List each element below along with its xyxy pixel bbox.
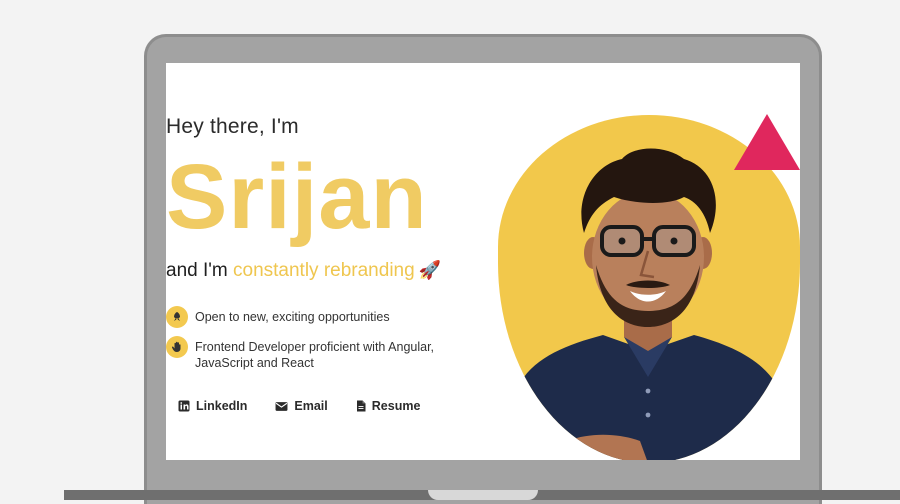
resume-link[interactable]: Resume	[356, 399, 421, 413]
rocket-icon	[166, 306, 188, 328]
laptop-notch	[428, 490, 538, 500]
linkedin-link[interactable]: LinkedIn	[178, 399, 247, 413]
rocket-emoji: 🚀	[418, 260, 442, 280]
email-icon	[275, 401, 288, 411]
feature-text: Frontend Developer proficient with Angul…	[195, 340, 435, 370]
linkedin-icon	[178, 400, 190, 412]
laptop-screen: Hey there, I'm Srijan and I'm constantly…	[166, 63, 800, 460]
document-icon	[356, 400, 366, 412]
hero-name: Srijan	[166, 146, 428, 248]
email-label: Email	[294, 399, 328, 413]
feature-text: Open to new, exciting opportunities	[195, 310, 390, 324]
social-links: LinkedIn Email Resume	[178, 399, 420, 413]
linkedin-label: LinkedIn	[196, 399, 248, 413]
hand-icon	[166, 336, 188, 358]
greeting-text: Hey there, I'm	[166, 115, 299, 138]
feature-item-opportunities: Open to new, exciting opportunities	[166, 306, 390, 328]
tagline: and I'm constantly rebranding 🚀	[166, 260, 441, 282]
email-link[interactable]: Email	[275, 399, 328, 413]
decorative-triangle	[734, 114, 800, 170]
tagline-prefix: and I'm	[166, 260, 233, 281]
tagline-accent: constantly rebranding	[233, 260, 415, 281]
feature-item-frontend: Frontend Developer proficient with Angul…	[166, 336, 456, 371]
resume-label: Resume	[371, 399, 421, 413]
